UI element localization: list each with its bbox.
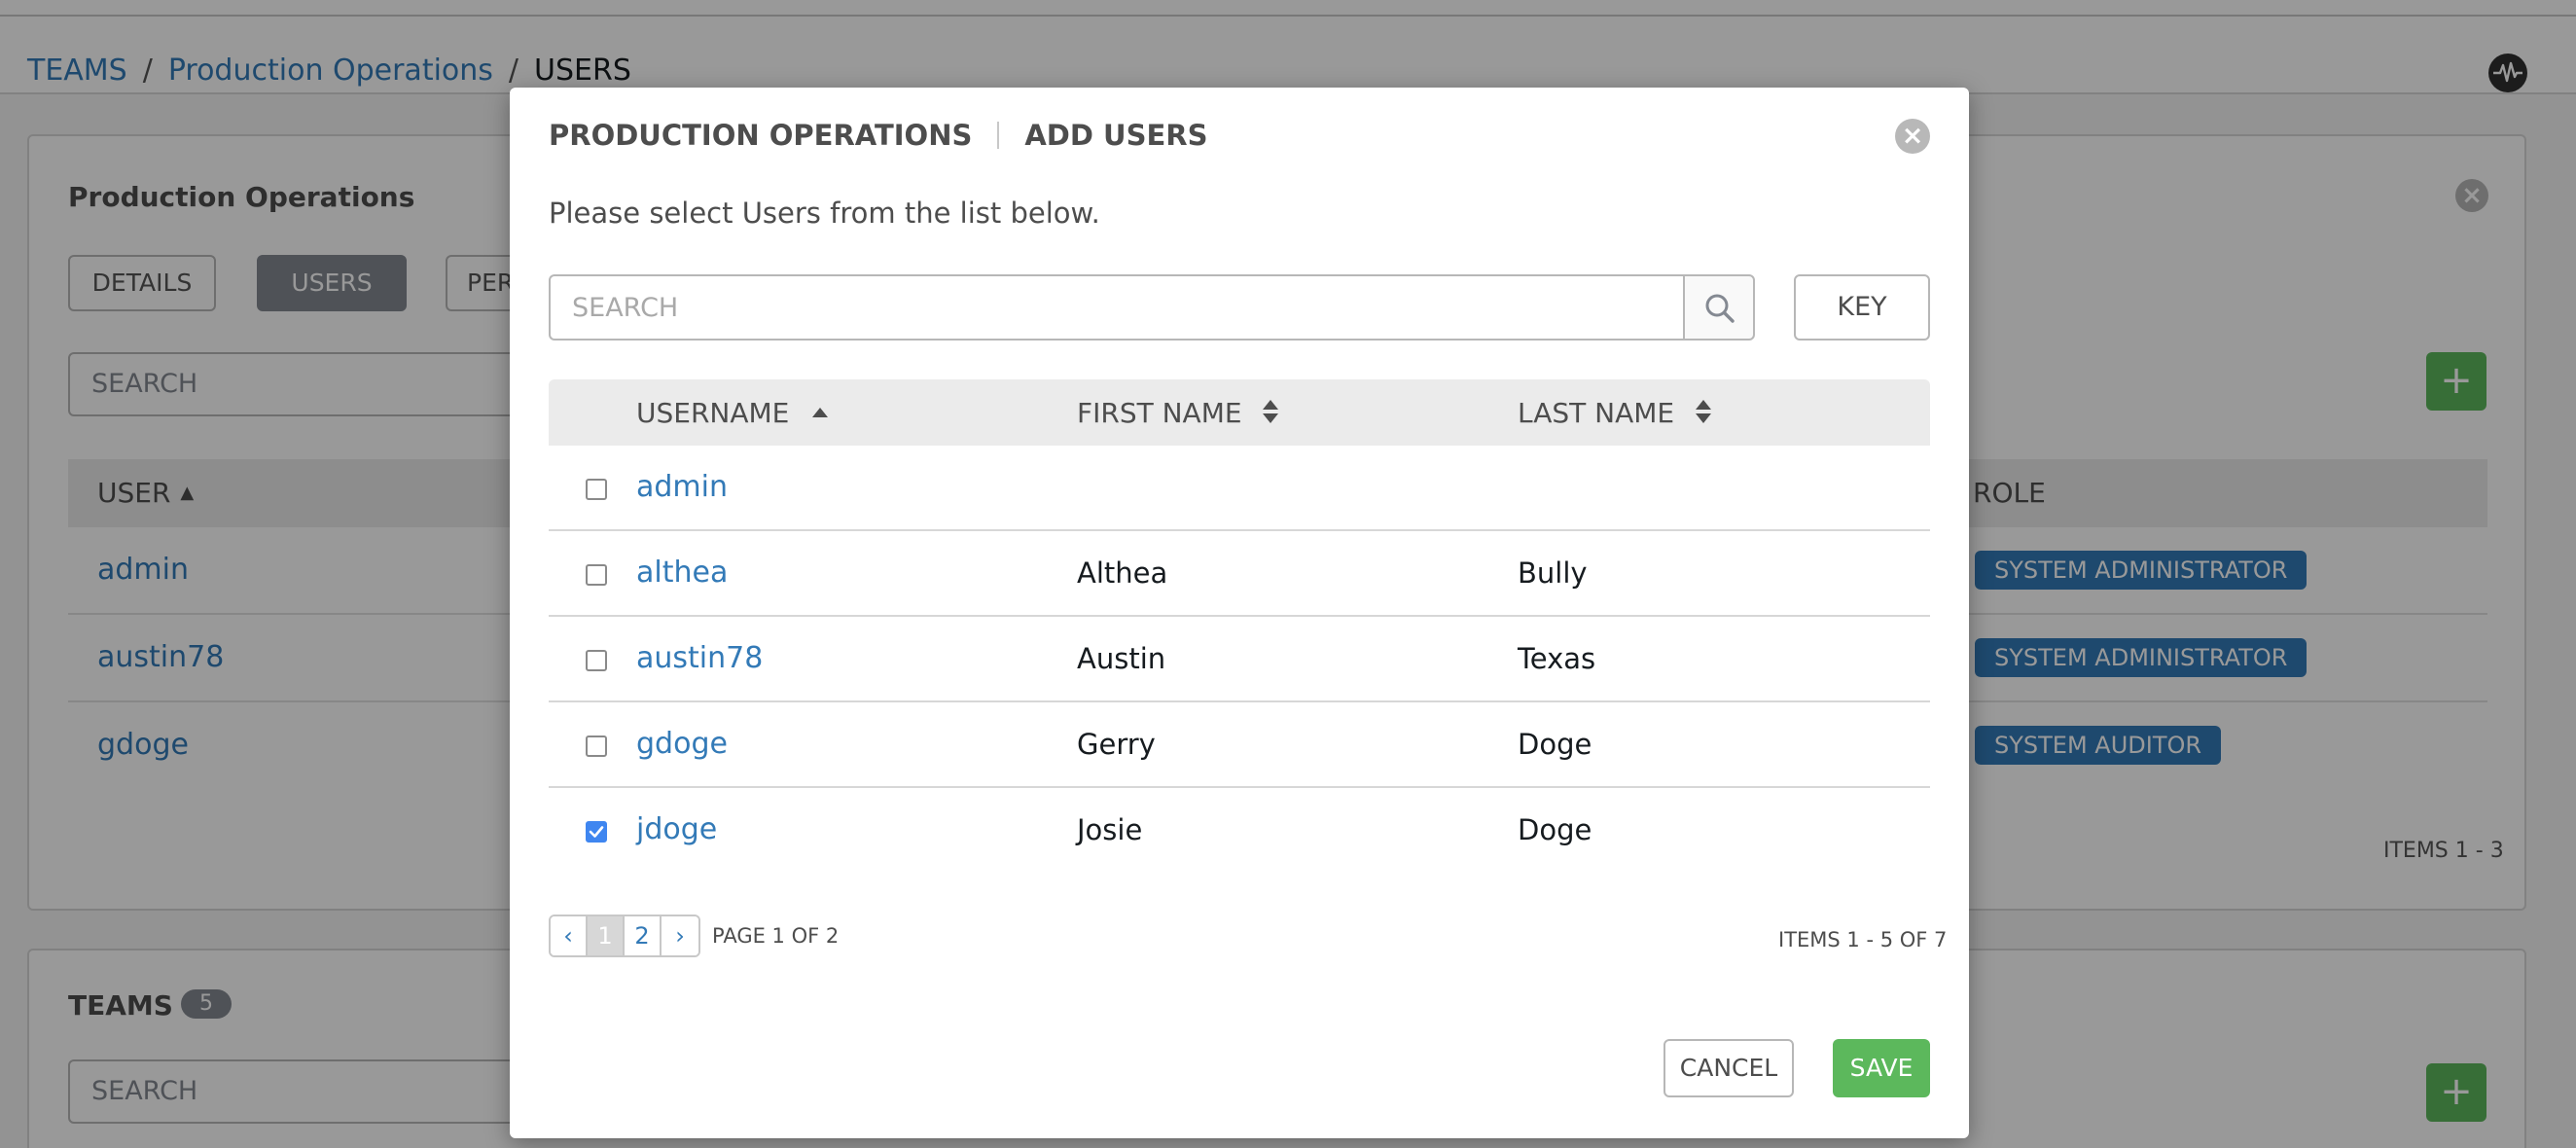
users-list-header: USERNAME FIRST NAME LAST NAME [549,379,1930,446]
modal-title: PRODUCTION OPERATIONS ADD USERS [549,119,1208,152]
row-checkbox[interactable] [586,479,607,500]
column-header-username-label: USERNAME [636,397,790,429]
pagination-prev-button[interactable]: ‹ [551,916,588,955]
column-header-username[interactable]: USERNAME [636,397,829,429]
first-name-cell: Josie [1077,813,1143,846]
first-name-cell: Gerry [1077,728,1156,761]
checkmark-icon [589,826,604,838]
row-checkbox[interactable] [586,821,607,843]
list-item: althea Althea Bully [549,531,1930,617]
title-divider [997,122,1000,149]
list-item: gdoge Gerry Doge [549,702,1930,788]
add-users-modal: PRODUCTION OPERATIONS ADD USERS × Please… [510,88,1969,1138]
first-name-cell: Althea [1077,556,1168,590]
modal-title-primary: PRODUCTION OPERATIONS [549,119,973,152]
search-button[interactable] [1683,274,1755,341]
last-name-cell: Doge [1518,728,1592,761]
pagination-page-2[interactable]: 2 [625,916,662,955]
pagination-next-button[interactable]: › [662,916,698,955]
list-item: admin [549,446,1930,531]
app-page: TEAMS / Production Operations / USERS Pr… [0,0,2576,1148]
username-link[interactable]: admin [636,470,728,504]
search-icon [1705,294,1735,323]
users-list: USERNAME FIRST NAME LAST NAME admin alth… [549,379,1930,874]
last-name-cell: Texas [1518,642,1596,675]
search-input[interactable] [549,274,1683,341]
cancel-button[interactable]: CANCEL [1664,1039,1794,1097]
column-header-last-name-label: LAST NAME [1518,397,1675,429]
row-checkbox[interactable] [586,735,607,757]
row-checkbox[interactable] [586,650,607,671]
key-button[interactable]: KEY [1794,274,1930,341]
sort-both-icon [1263,400,1279,423]
page-indicator: PAGE 1 OF 2 [712,924,840,948]
pagination-page-1: 1 [588,916,625,955]
username-link[interactable]: austin78 [636,641,763,675]
row-checkbox[interactable] [586,564,607,586]
modal-title-secondary: ADD USERS [1024,119,1208,152]
sort-both-icon [1696,400,1712,423]
username-link[interactable]: althea [636,556,728,590]
pagination: ‹ 1 2 › [549,915,700,957]
last-name-cell: Bully [1518,556,1588,590]
username-link[interactable]: gdoge [636,727,728,761]
sort-up-icon [812,408,829,417]
list-item: austin78 Austin Texas [549,617,1930,702]
username-link[interactable]: jdoge [636,812,717,846]
column-header-first-name[interactable]: FIRST NAME [1077,397,1279,429]
last-name-cell: Doge [1518,813,1592,846]
first-name-cell: Austin [1077,642,1166,675]
save-button[interactable]: SAVE [1833,1039,1930,1097]
column-header-last-name[interactable]: LAST NAME [1518,397,1712,429]
column-header-first-name-label: FIRST NAME [1077,397,1242,429]
list-item: jdoge Josie Doge [549,788,1930,874]
close-icon[interactable]: × [1895,119,1930,154]
items-count: ITEMS 1 - 5 OF 7 [1778,928,1948,951]
modal-instructions: Please select Users from the list below. [549,197,1100,230]
